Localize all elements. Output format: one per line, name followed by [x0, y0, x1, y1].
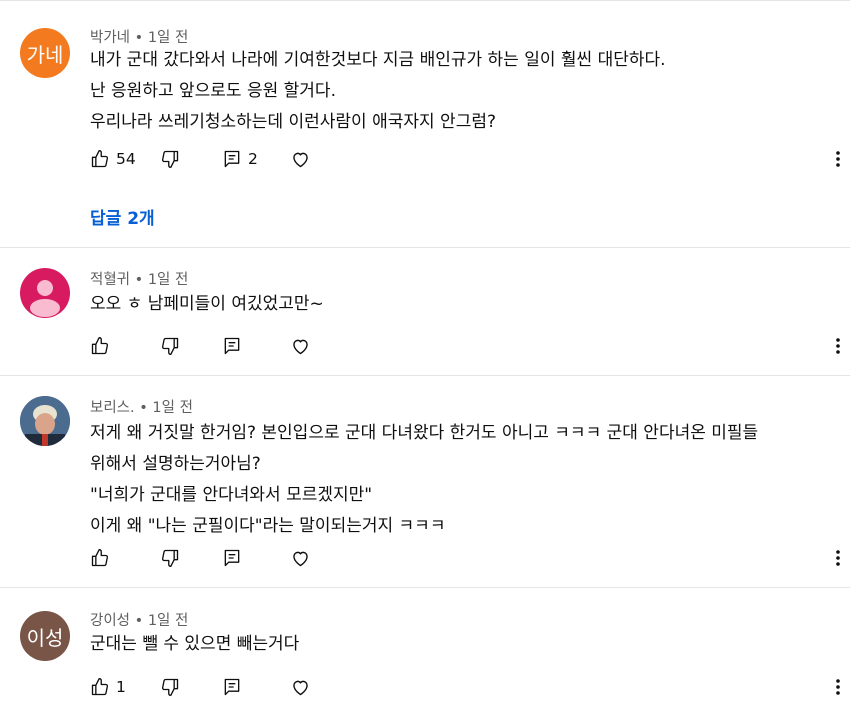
like-button[interactable]: 54 [90, 147, 136, 171]
comment-meta: 강이성 • 1일 전 [90, 609, 188, 630]
comment-line: 위해서 설명하는거아님? [90, 454, 261, 474]
like-button[interactable] [90, 334, 110, 358]
heart-button[interactable] [290, 675, 311, 699]
like-count: 1 [116, 678, 126, 696]
comment-item: 적혈귀 • 1일 전 오오 ㅎ 남페미들이 여깄었고만~ [0, 248, 850, 376]
avatar[interactable] [20, 268, 70, 318]
photo-avatar [20, 396, 70, 446]
more-options-button[interactable] [826, 546, 850, 570]
thumbs-up-icon [91, 678, 109, 696]
comment-item: 이성 강이성 • 1일 전 군대는 뺄 수 있으면 빼는거다 1 [0, 588, 850, 716]
comment-text: 저게 왜 거짓말 한거임? 본인입으로 군대 다녀왔다 한거도 아니고 ㅋㅋㅋ … [90, 418, 758, 542]
thumbs-down-icon [161, 150, 179, 168]
comment-line: 저게 왜 거짓말 한거임? 본인입으로 군대 다녀왔다 한거도 아니고 ㅋㅋㅋ … [90, 423, 759, 443]
comment-line: 난 응원하고 앞으로도 응원 할거다. [90, 81, 336, 101]
more-options-button[interactable] [826, 147, 850, 171]
comment-actions [90, 334, 850, 358]
comment-meta: 적혈귀 • 1일 전 [90, 268, 188, 289]
thumbs-up-icon [91, 549, 109, 567]
comment-line: 우리나라 쓰레기청소하는데 이런사람이 애국자지 안그럼? [90, 112, 496, 132]
reply-button[interactable] [222, 546, 242, 570]
kebab-menu-icon [836, 338, 840, 354]
thumbs-up-icon [91, 337, 109, 355]
comment-line: "너희가 군대를 안다녀와서 모르겠지만" [90, 485, 373, 505]
thumbs-up-icon [91, 150, 109, 168]
comment-icon [224, 678, 240, 696]
kebab-menu-icon [836, 679, 840, 695]
meta-separator: • [134, 30, 148, 46]
comment-line: 이게 왜 "나는 군필이다"라는 말이되는거지 ㅋㅋㅋ [90, 516, 446, 536]
comment-time[interactable]: 1일 전 [148, 272, 189, 288]
meta-separator: • [134, 272, 148, 288]
like-button[interactable]: 1 [90, 675, 126, 699]
more-options-button[interactable] [826, 675, 850, 699]
comment-text: 내가 군대 갔다와서 나라에 기여한것보다 지금 배인규가 하는 일이 훨씬 대… [90, 45, 666, 138]
comment-time[interactable]: 1일 전 [148, 613, 189, 629]
reply-count: 2 [248, 150, 258, 168]
dislike-button[interactable] [160, 546, 180, 570]
heart-icon [293, 339, 308, 354]
avatar[interactable]: 가네 [20, 28, 70, 78]
comment-icon [224, 150, 240, 168]
comment-time[interactable]: 1일 전 [148, 30, 189, 46]
comment-icon [224, 549, 240, 567]
reply-button[interactable] [222, 675, 242, 699]
comment-time[interactable]: 1일 전 [152, 400, 193, 416]
comment-actions [90, 546, 850, 570]
comment-feed: 가네 박가네 • 1일 전 내가 군대 갔다와서 나라에 기여한것보다 지금 배… [0, 0, 850, 716]
avatar-initials: 가네 [26, 42, 64, 67]
thumbs-down-icon [161, 678, 179, 696]
heart-icon [293, 551, 308, 566]
kebab-menu-icon [836, 151, 840, 167]
avatar[interactable]: 이성 [20, 611, 70, 661]
reply-button[interactable] [222, 334, 242, 358]
author-name[interactable]: 박가네 [90, 30, 130, 46]
comment-text: 군대는 뺄 수 있으면 빼는거다 [90, 629, 299, 660]
heart-icon [293, 680, 308, 695]
comment-item: 가네 박가네 • 1일 전 내가 군대 갔다와서 나라에 기여한것보다 지금 배… [0, 0, 850, 248]
comment-icon [224, 337, 240, 355]
comment-line: 오오 ㅎ 남페미들이 여깄었고만~ [90, 294, 324, 314]
meta-separator: • [134, 613, 148, 629]
comment-item: 보리스. • 1일 전 저게 왜 거짓말 한거임? 본인입으로 군대 다녀왔다 … [0, 376, 850, 588]
heart-button[interactable] [290, 334, 311, 358]
heart-icon [293, 152, 308, 167]
dislike-button[interactable] [160, 147, 180, 171]
heart-button[interactable] [290, 546, 311, 570]
comment-line: 내가 군대 갔다와서 나라에 기여한것보다 지금 배인규가 하는 일이 훨씬 대… [90, 50, 666, 70]
more-options-button[interactable] [826, 334, 850, 358]
avatar[interactable] [20, 396, 70, 446]
author-name[interactable]: 강이성 [90, 613, 130, 629]
dislike-button[interactable] [160, 334, 180, 358]
author-name[interactable]: 적혈귀 [90, 272, 130, 288]
view-replies-link[interactable]: 답글 2개 [90, 204, 155, 229]
author-name[interactable]: 보리스. [90, 400, 135, 416]
thumbs-down-icon [161, 549, 179, 567]
kebab-menu-icon [836, 550, 840, 566]
avatar-initials: 이성 [26, 625, 64, 650]
comment-line: 군대는 뺄 수 있으면 빼는거다 [90, 634, 300, 654]
like-button[interactable] [90, 546, 110, 570]
dislike-button[interactable] [160, 675, 180, 699]
comment-meta: 보리스. • 1일 전 [90, 396, 193, 417]
comment-actions: 54 2 [90, 147, 850, 171]
comment-meta: 박가네 • 1일 전 [90, 26, 188, 47]
comment-text: 오오 ㅎ 남페미들이 여깄었고만~ [90, 289, 324, 320]
heart-button[interactable] [290, 147, 311, 171]
like-count: 54 [116, 150, 136, 168]
thumbs-down-icon [161, 337, 179, 355]
person-icon [30, 280, 60, 317]
meta-separator: • [139, 400, 153, 416]
reply-button[interactable]: 2 [222, 147, 258, 171]
comment-actions: 1 [90, 675, 850, 699]
